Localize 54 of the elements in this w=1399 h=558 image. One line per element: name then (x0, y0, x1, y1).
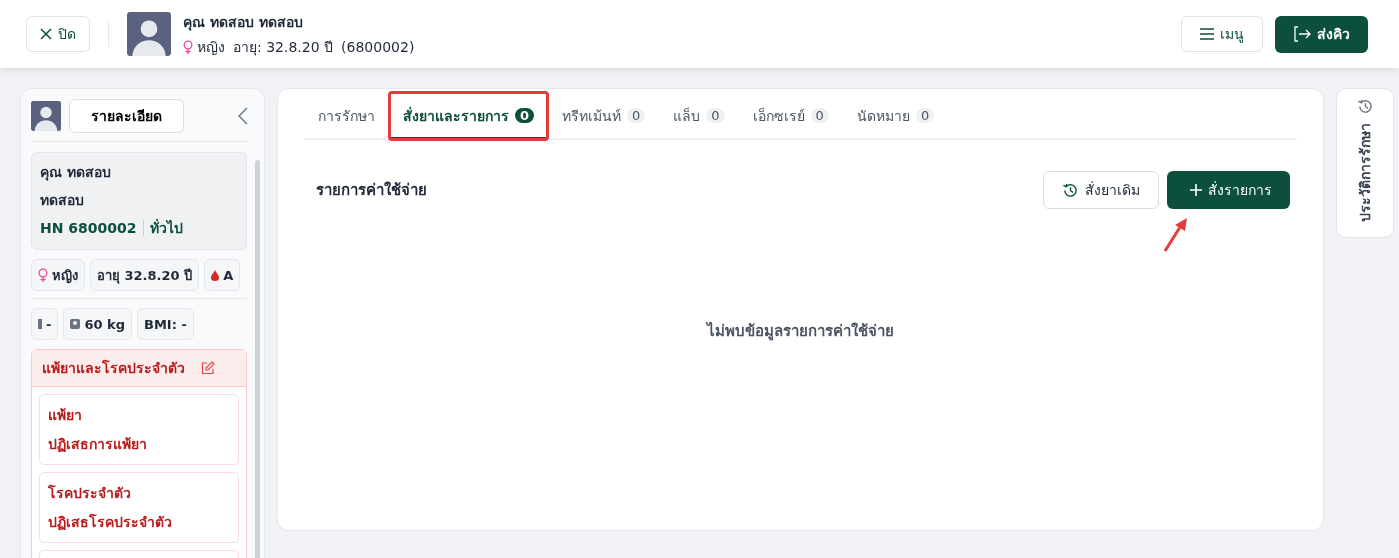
section-title: รายการค่าใช้จ่าย (316, 180, 428, 201)
card-title: โรคประจำตัว (48, 483, 132, 503)
patient-type: ทั่วไป (149, 217, 183, 238)
count-badge: 0 (810, 108, 829, 123)
tab[interactable]: การรักษา (304, 92, 389, 140)
collapse-chevron-icon[interactable] (238, 107, 248, 125)
gender-chip: หญิง (31, 259, 85, 291)
weight-chip: 60 kg (63, 308, 132, 340)
count-badge: 0 (706, 108, 725, 123)
patient-name: คุณ ทดสอบ ทดสอบ (183, 12, 304, 33)
female-icon (183, 39, 193, 54)
age-chip: อายุ 32.8.20 ปี (90, 259, 200, 291)
tab[interactable]: ทรีทเม้นท์ 0 (548, 92, 660, 140)
card-value: ปฏิเสธการแพ้ยา (48, 435, 148, 455)
blood-type-chip: A (204, 259, 241, 291)
female-icon (38, 268, 48, 282)
previous-order-button[interactable]: สั่งยาเดิม (1043, 171, 1159, 209)
height-chip: - (31, 308, 59, 340)
hn-number: HN 6800002 (40, 220, 137, 236)
count-badge: 0 (515, 108, 535, 123)
tab[interactable]: แล็บ 0 (659, 92, 739, 140)
history-icon (1062, 181, 1079, 199)
edit-icon[interactable] (201, 361, 215, 375)
empty-message: ไม่พบข้อมูลรายการค่าใช้จ่าย (704, 320, 895, 343)
blood-drop-icon (211, 269, 220, 281)
bmi-chip: BMI: - (137, 308, 194, 340)
patient-name: ทดสอบ (40, 191, 85, 210)
avatar-icon (31, 101, 61, 131)
close-button[interactable]: ปิด (26, 16, 90, 52)
card-value: ปฏิเสธโรคประจำตัว (48, 512, 173, 533)
allergy-section-title: แพ้ยาและโรคประจำตัว (42, 358, 185, 378)
patient-gender: หญิง (197, 37, 225, 57)
exit-icon (1293, 26, 1311, 42)
details-button[interactable]: รายละเอียด (69, 99, 184, 133)
menu-icon (1200, 28, 1214, 40)
plus-icon (1189, 184, 1202, 196)
height-bar-icon (38, 319, 42, 329)
order-items-button[interactable]: สั่งรายการ (1167, 171, 1290, 209)
tab[interactable]: เอ็กซเรย์ 0 (738, 92, 843, 140)
patient-name: คุณ ทดสอบ (40, 163, 112, 183)
treatment-history-tab[interactable]: ประวัติการรักษา (1336, 88, 1394, 238)
tab[interactable]: สั่งยาและรายการ 0 (389, 92, 549, 140)
history-icon (1356, 98, 1374, 115)
count-badge: 0 (915, 108, 935, 123)
count-badge: 0 (627, 108, 646, 123)
card-title: แพ้ยา (48, 406, 83, 425)
tab[interactable]: นัดหมาย 0 (842, 92, 949, 140)
close-icon (40, 28, 52, 40)
avatar-icon (127, 12, 171, 56)
scale-icon (70, 319, 81, 329)
patient-age: อายุ: 32.8.20 ปี (233, 37, 334, 58)
send-queue-button[interactable]: ส่งคิว (1275, 15, 1368, 53)
menu-button[interactable]: เมนู (1181, 16, 1263, 52)
patient-hn: (6800002) (341, 38, 415, 55)
